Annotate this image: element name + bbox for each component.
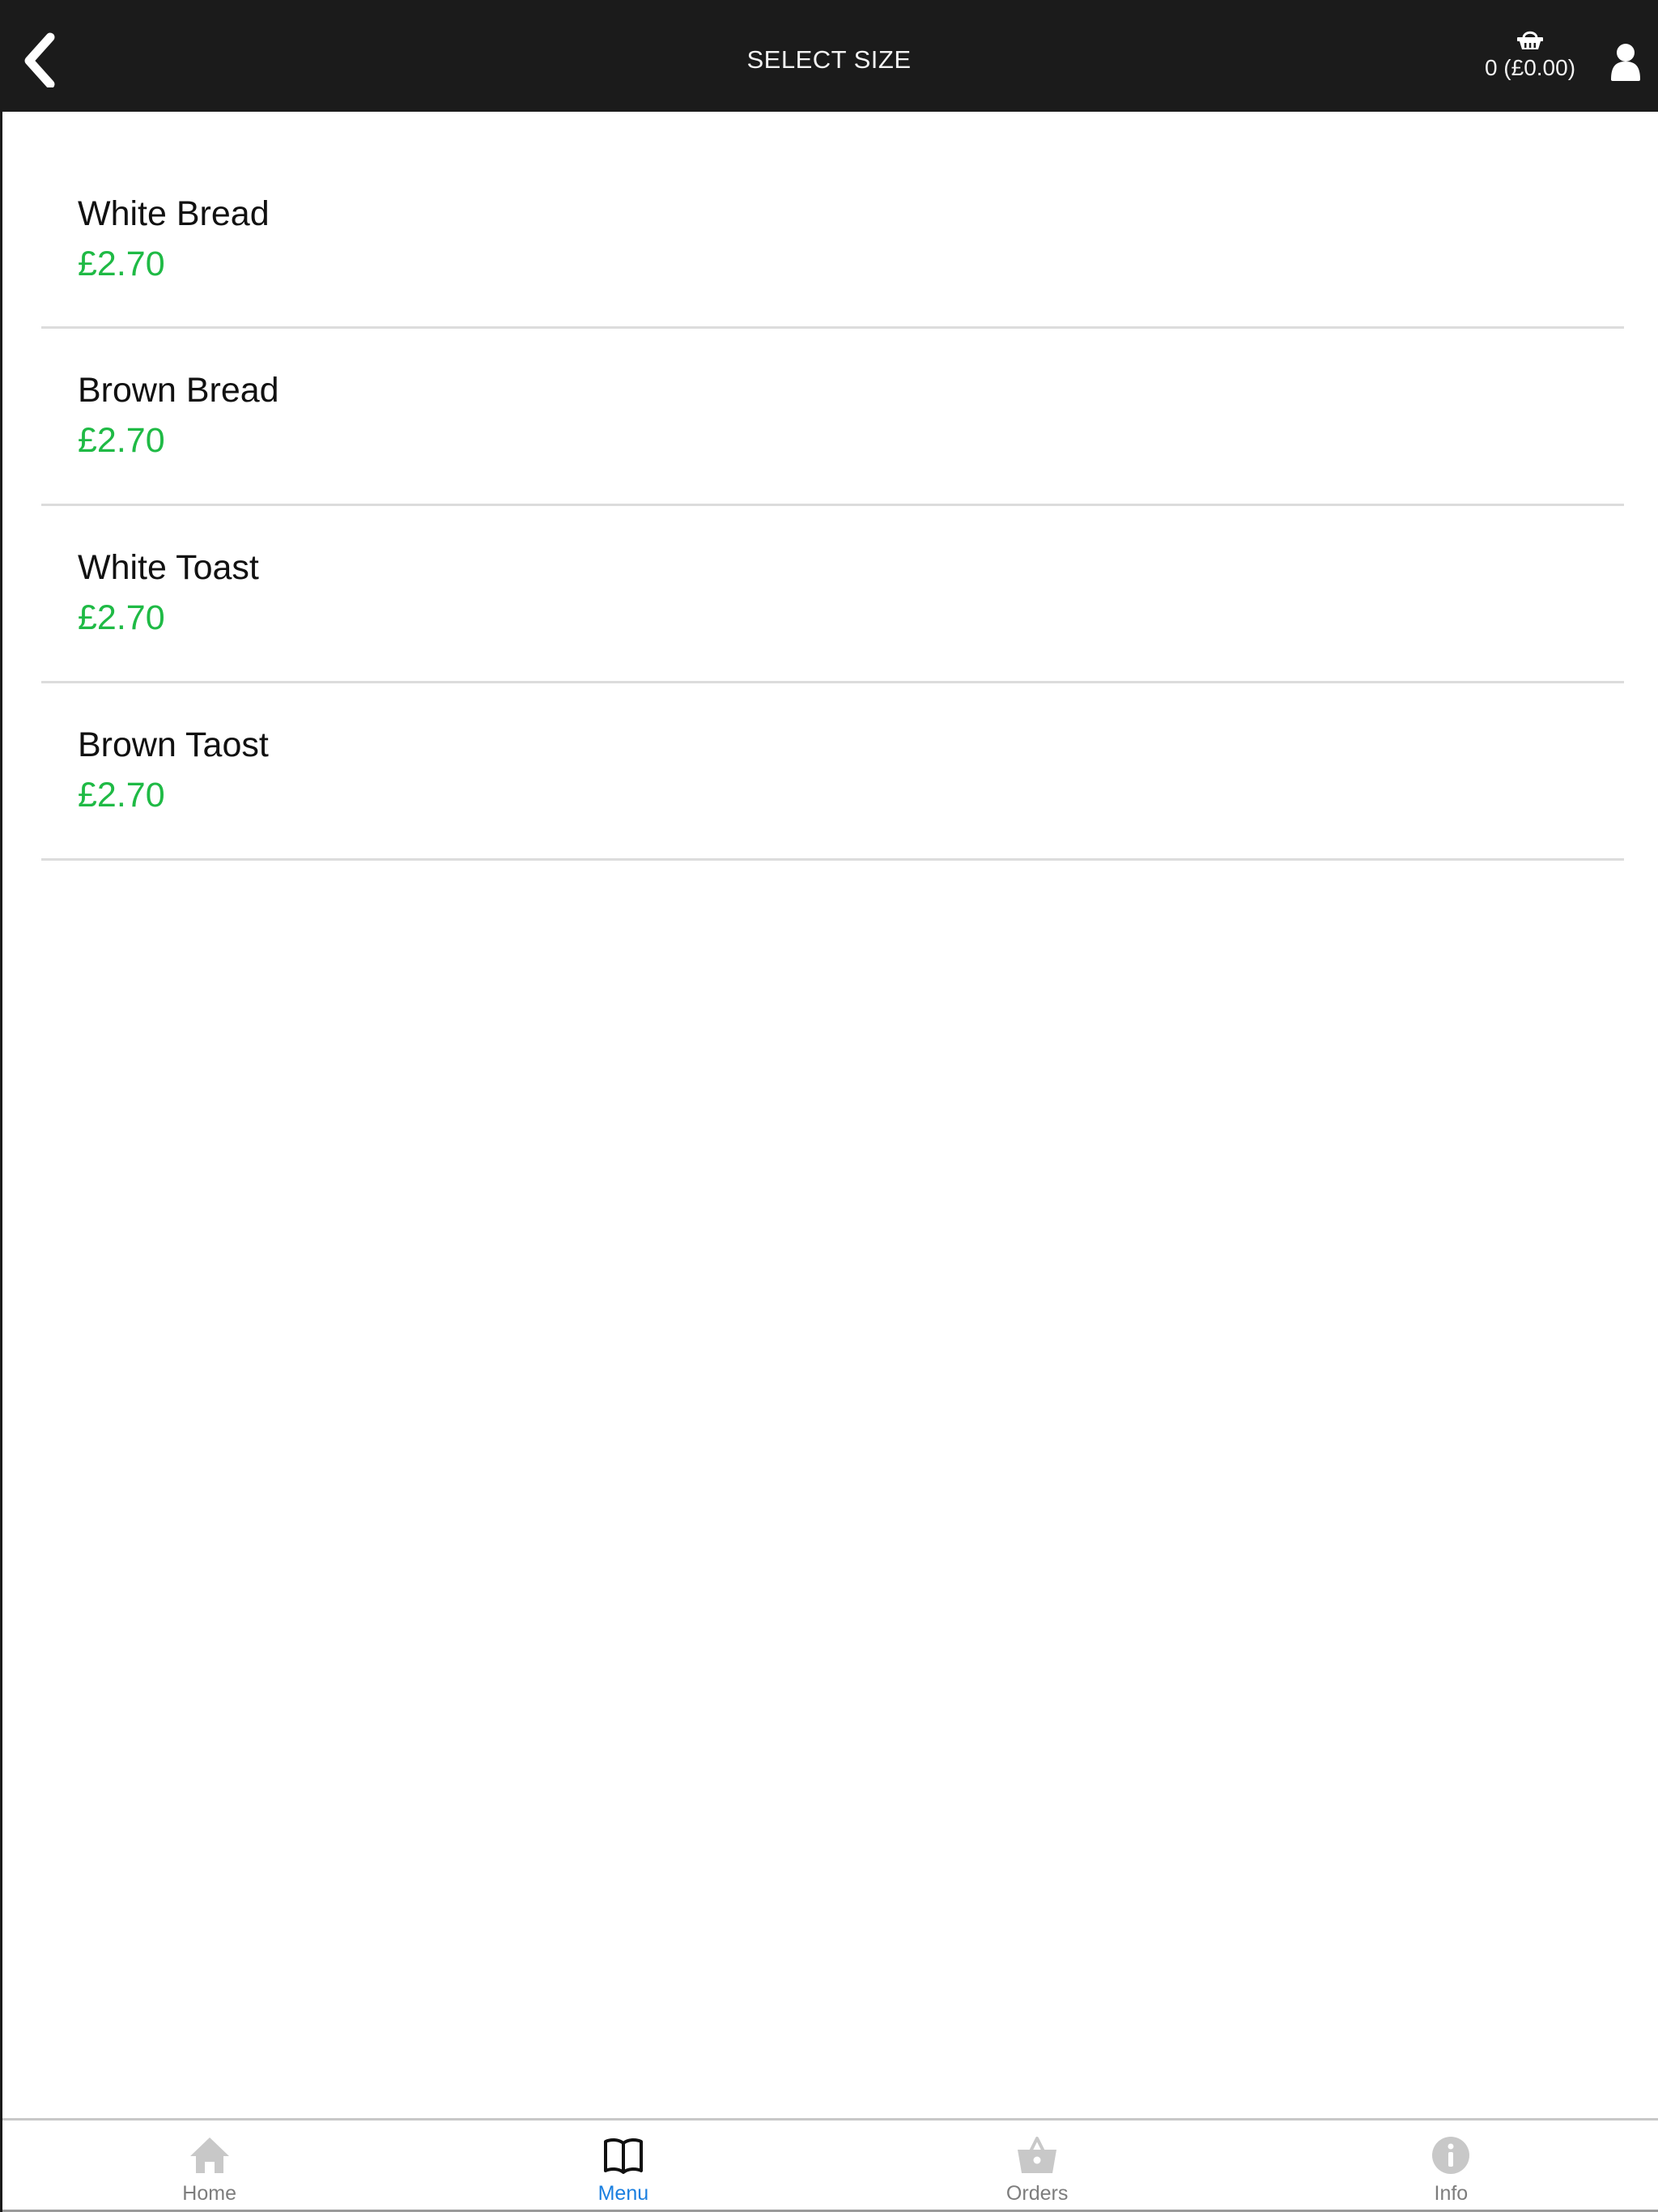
size-list: White Bread £2.70 Brown Bread £2.70 Whit… [41,151,1624,861]
cart-button[interactable]: 0 (£0.00) [1473,24,1587,97]
list-item[interactable]: White Bread £2.70 [41,151,1624,329]
item-price: £2.70 [78,598,165,637]
item-name: Brown Taost [78,725,269,764]
page-title: SELECT SIZE [746,45,912,74]
list-item[interactable]: Brown Taost £2.70 [41,683,1624,861]
tab-label: Menu [597,2182,649,2205]
item-price: £2.70 [78,421,165,460]
home-icon [189,2138,229,2173]
item-name: Brown Bread [78,371,279,410]
tab-label: Info [1434,2182,1469,2205]
info-icon [1432,2137,1470,2174]
item-name: White Bread [78,194,270,233]
item-price: £2.70 [78,776,165,815]
bottom-tab-bar: Home Menu Orders Info [2,2118,1658,2212]
item-price: £2.70 [78,245,165,283]
list-item[interactable]: Brown Bread £2.70 [41,329,1624,506]
basket-icon [1517,31,1543,49]
app-screen: SELECT SIZE 0 (£0.00) White Bread £2.70 [0,0,1658,2212]
tab-menu[interactable]: Menu [416,2121,830,2210]
tab-info[interactable]: Info [1244,2121,1658,2210]
tab-label: Orders [1005,2182,1069,2205]
top-bar: SELECT SIZE 0 (£0.00) [0,0,1658,112]
tab-orders[interactable]: Orders [831,2121,1244,2210]
book-open-icon [603,2138,643,2174]
account-button[interactable] [1609,42,1642,83]
cart-summary: 0 (£0.00) [1484,55,1576,80]
item-name: White Toast [78,548,259,587]
shopping-basket-icon [1018,2137,1057,2173]
list-item[interactable]: White Toast £2.70 [41,506,1624,683]
tab-home[interactable]: Home [2,2121,416,2210]
user-icon [1611,44,1640,81]
tab-label: Home [182,2182,236,2205]
